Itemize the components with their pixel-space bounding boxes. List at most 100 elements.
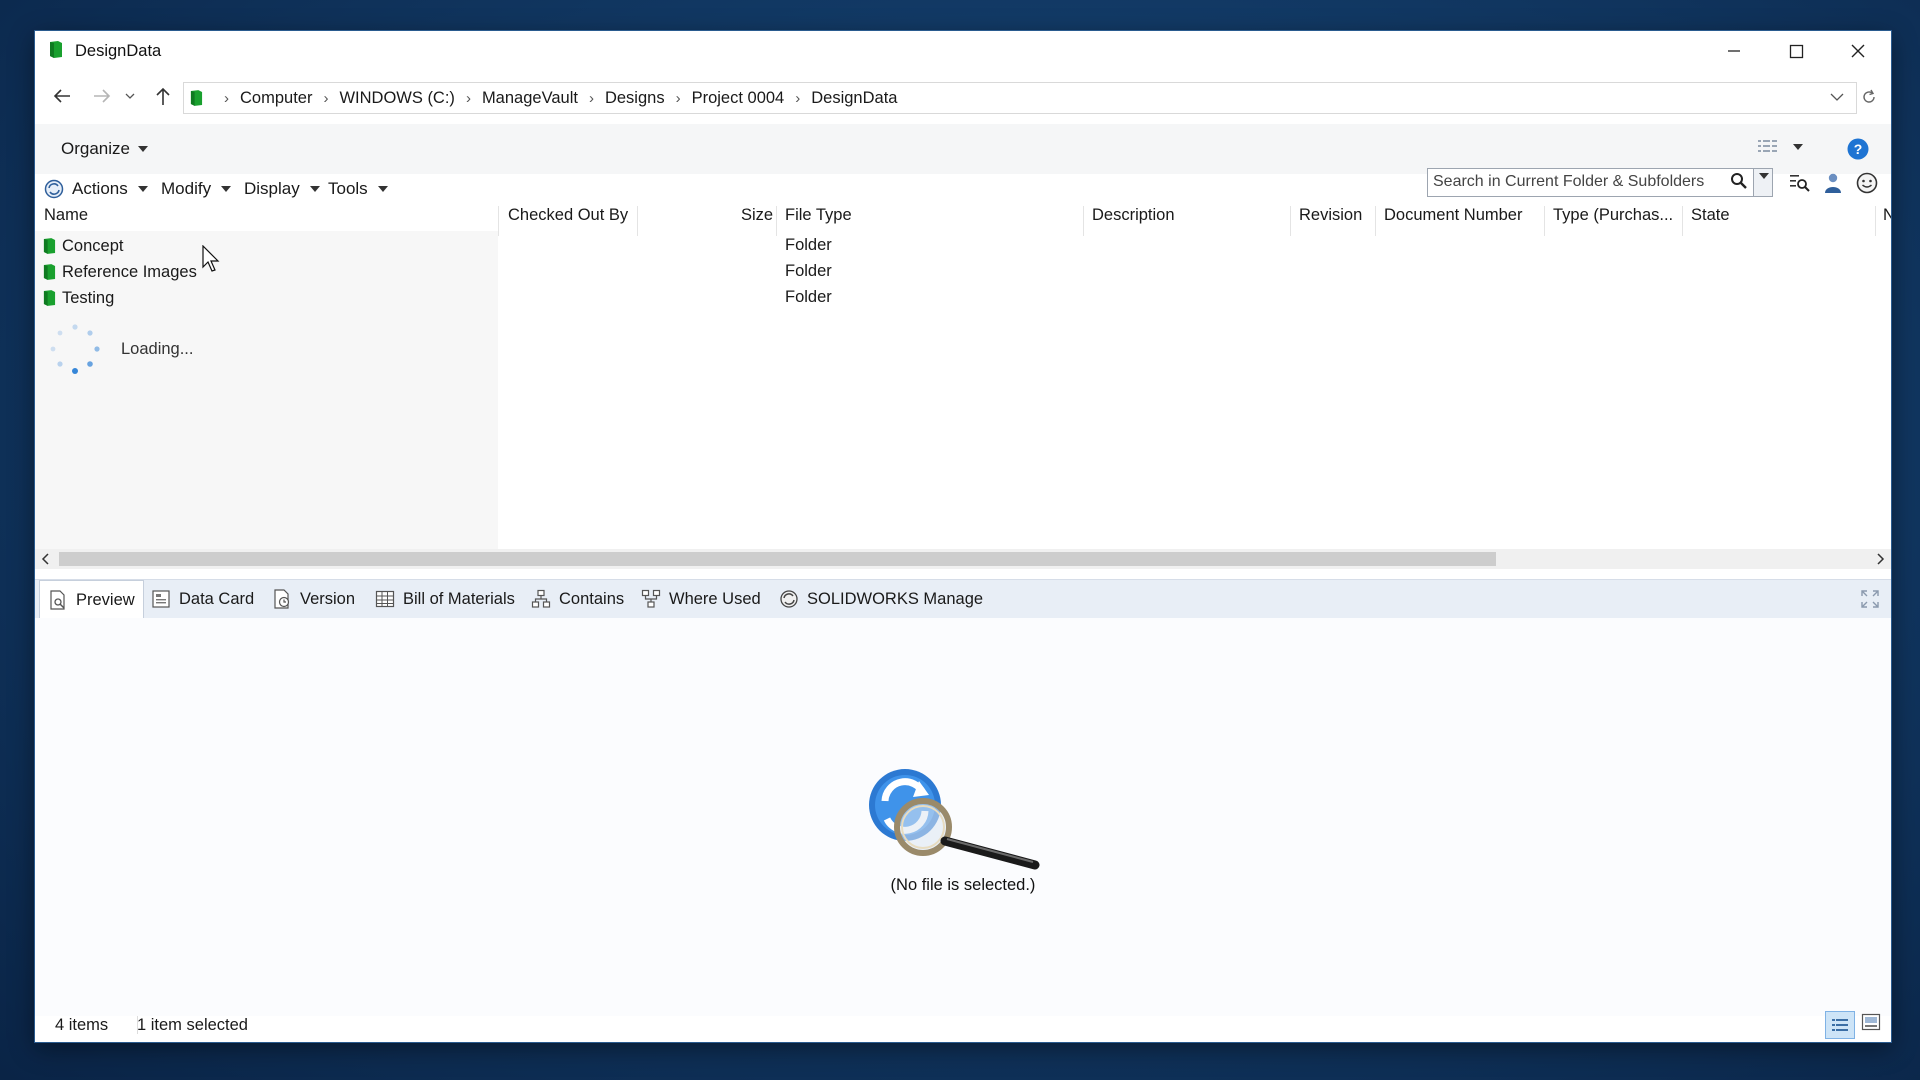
scrollbar-thumb[interactable]	[59, 552, 1496, 566]
horizontal-scrollbar[interactable]	[35, 549, 1891, 569]
search-options-dropdown[interactable]	[1753, 169, 1772, 196]
details-view-button[interactable]	[1825, 1011, 1855, 1039]
column-header-description[interactable]: Description	[1092, 206, 1175, 236]
scroll-right-arrow-icon[interactable]	[1877, 553, 1885, 565]
scroll-left-arrow-icon[interactable]	[41, 553, 49, 565]
tab-label: Version	[300, 589, 356, 608]
breadcrumb-item-computer[interactable]: Computer	[240, 89, 312, 108]
window-title: DesignData	[75, 42, 162, 60]
breadcrumb-item-drive[interactable]: WINDOWS (C:)	[339, 89, 454, 108]
column-divider[interactable]	[1875, 206, 1876, 236]
column-header-file-type[interactable]: File Type	[785, 206, 852, 236]
vault-folder-icon	[43, 237, 56, 255]
recent-locations-button[interactable]	[118, 81, 142, 111]
preview-icon	[48, 590, 76, 610]
vault-folder-icon	[43, 289, 56, 307]
tab-bill-of-materials[interactable]: Bill of Materials	[375, 580, 515, 618]
solidworks-manage-icon	[779, 589, 807, 609]
version-icon	[272, 589, 300, 609]
large-icons-view-button[interactable]	[1861, 1013, 1881, 1031]
display-menu[interactable]: Display	[244, 179, 320, 199]
breadcrumb-separator-icon: ›	[224, 89, 229, 107]
refresh-button[interactable]	[1859, 87, 1879, 107]
mouse-cursor-icon	[202, 245, 220, 273]
large-icons-view-icon	[1861, 1013, 1881, 1031]
address-history-dropdown[interactable]	[1830, 92, 1844, 102]
breadcrumb-item-designs[interactable]: Designs	[605, 89, 665, 108]
close-button[interactable]	[1827, 31, 1889, 71]
vault-root-icon	[190, 89, 203, 107]
actions-menu[interactable]: Actions	[44, 179, 148, 199]
caret-down-icon	[137, 186, 148, 192]
file-row-concept[interactable]: Concept	[43, 233, 123, 259]
breadcrumb-separator-icon: ›	[675, 89, 681, 107]
tab-data-card[interactable]: Data Card	[151, 580, 254, 618]
up-button[interactable]	[145, 81, 181, 111]
caret-down-icon	[1759, 173, 1769, 179]
breadcrumb-item-current[interactable]: DesignData	[811, 89, 897, 108]
breadcrumb: › Computer › WINDOWS (C:) › ManageVault …	[190, 83, 897, 113]
tools-label: Tools	[328, 179, 368, 198]
column-header-document-number[interactable]: Document Number	[1384, 206, 1522, 236]
minimize-button[interactable]	[1703, 31, 1765, 71]
column-header-type-purchase[interactable]: Type (Purchas...	[1553, 206, 1673, 236]
column-header-state[interactable]: State	[1691, 206, 1730, 236]
tab-where-used[interactable]: Where Used	[641, 580, 761, 618]
caret-down-icon	[1793, 144, 1803, 150]
tab-solidworks-manage[interactable]: SOLIDWORKS Manage	[779, 580, 983, 618]
breadcrumb-item-project[interactable]: Project 0004	[692, 89, 785, 108]
column-divider[interactable]	[498, 206, 499, 236]
vault-search-input[interactable]: Search in Current Folder & Subfolders	[1427, 168, 1773, 197]
column-header-revision[interactable]: Revision	[1299, 206, 1362, 236]
column-divider[interactable]	[1682, 206, 1683, 236]
column-header-checked-out-by[interactable]: Checked Out By	[508, 206, 628, 236]
caret-down-icon	[137, 146, 148, 152]
vault-folder-icon	[49, 40, 63, 59]
column-divider[interactable]	[1544, 206, 1545, 236]
column-divider[interactable]	[1083, 206, 1084, 236]
change-view-button[interactable]	[1757, 138, 1803, 156]
details-view-icon	[1757, 138, 1779, 156]
modify-label: Modify	[161, 179, 212, 198]
loading-text: Loading...	[121, 339, 194, 358]
column-header-size[interactable]: Size	[741, 206, 773, 236]
feedback-button[interactable]	[1856, 172, 1878, 194]
search-placeholder: Search in Current Folder & Subfolders	[1433, 173, 1705, 190]
address-bar[interactable]: › Computer › WINDOWS (C:) › ManageVault …	[183, 82, 1857, 114]
advanced-search-button[interactable]	[1789, 172, 1811, 194]
up-arrow-icon	[155, 86, 171, 106]
vault-folder-icon	[43, 263, 56, 281]
file-row-testing[interactable]: Testing	[43, 285, 114, 311]
caret-down-icon	[377, 186, 388, 192]
file-name: Testing	[62, 288, 115, 307]
tab-version[interactable]: Version	[272, 580, 355, 618]
breadcrumb-separator-icon: ›	[795, 89, 801, 107]
expand-pane-button[interactable]	[1861, 590, 1879, 608]
search-icon[interactable]	[1730, 172, 1748, 190]
tab-label: Contains	[559, 589, 625, 608]
column-header-next[interactable]: N	[1883, 206, 1891, 236]
file-row-reference-images[interactable]: Reference Images	[43, 259, 197, 285]
breadcrumb-separator-icon: ›	[465, 89, 471, 107]
user-button[interactable]	[1823, 172, 1843, 194]
status-bar: 4 items 1 item selected	[35, 1011, 1891, 1042]
column-divider[interactable]	[1290, 206, 1291, 236]
help-button[interactable]: ?	[1847, 138, 1869, 160]
column-divider[interactable]	[637, 206, 638, 236]
close-icon	[1850, 43, 1866, 59]
forward-button[interactable]	[84, 81, 120, 111]
maximize-button[interactable]	[1765, 31, 1827, 71]
back-button[interactable]	[44, 81, 80, 111]
expand-icon	[1861, 590, 1879, 608]
organize-label: Organize	[61, 139, 130, 158]
maximize-icon	[1789, 44, 1804, 59]
tab-label: Data Card	[179, 589, 255, 608]
tools-menu[interactable]: Tools	[328, 179, 388, 199]
modify-menu[interactable]: Modify	[161, 179, 232, 199]
tab-contains[interactable]: Contains	[531, 580, 624, 618]
breadcrumb-item-vault[interactable]: ManageVault	[482, 89, 578, 108]
organize-menu[interactable]: Organize	[61, 139, 148, 159]
column-divider[interactable]	[1375, 206, 1376, 236]
tab-preview[interactable]: Preview	[39, 580, 144, 619]
column-divider[interactable]	[776, 206, 777, 236]
